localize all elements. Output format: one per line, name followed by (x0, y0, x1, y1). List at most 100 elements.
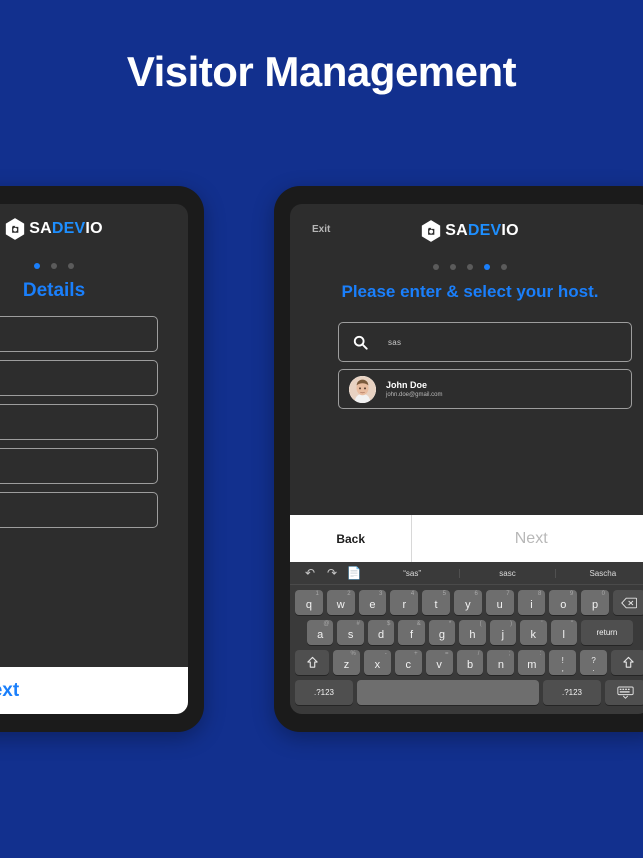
step-dot[interactable] (501, 264, 507, 270)
numeric-key-left[interactable]: .?123 (295, 680, 353, 705)
suggestion-chip[interactable]: “sas” (365, 569, 459, 578)
hide-keyboard-icon (616, 686, 634, 699)
form-field[interactable] (0, 360, 158, 396)
key-r[interactable]: 4r (390, 590, 419, 615)
key-alt: * (448, 621, 452, 627)
back-button[interactable]: Back (290, 515, 413, 562)
page-root: Visitor Management SADEVIO Details xt Ex… (0, 0, 643, 858)
hide-keyboard-key[interactable] (605, 680, 643, 705)
key-label: o (560, 598, 567, 611)
redo-icon[interactable]: ↷ (321, 566, 343, 580)
key-label: k (530, 628, 537, 641)
suggestion-chip[interactable]: Sascha (554, 568, 643, 578)
backspace-key[interactable] (612, 590, 643, 615)
return-key[interactable]: return (580, 620, 633, 645)
undo-icon[interactable]: ↶ (299, 566, 321, 580)
key-exclaim-comma[interactable]: !, (549, 650, 577, 675)
step-dot[interactable] (467, 264, 473, 270)
key-alt: 2 (347, 591, 351, 597)
paste-icon[interactable]: 📄 (343, 566, 365, 580)
key-label: f (410, 628, 414, 641)
key-label: z (343, 658, 350, 671)
numeric-key-right[interactable]: .?123 (543, 680, 601, 705)
key-label: c (405, 658, 411, 671)
key-label: y (465, 598, 471, 611)
key-label: i (530, 598, 533, 611)
key-b[interactable]: / b (456, 650, 484, 675)
key-e[interactable]: 3e (358, 590, 387, 615)
key-q[interactable]: 1q (295, 590, 323, 615)
key-i[interactable]: 8i (517, 590, 546, 615)
key-alt: " (570, 621, 573, 627)
key-w[interactable]: 2w (326, 590, 355, 615)
key-p[interactable]: 0p (581, 590, 609, 615)
form-field[interactable] (0, 404, 158, 440)
key-x[interactable]: -x (363, 650, 391, 675)
right-step-dots (290, 264, 643, 270)
key-l[interactable]: " l (550, 620, 577, 645)
search-input[interactable]: sas (338, 322, 632, 362)
key-alt: + (414, 651, 418, 657)
host-result-row[interactable]: John Doe john.doe@gmail.com (338, 369, 632, 409)
key-n[interactable]: ; n (487, 650, 515, 675)
key-d[interactable]: $ d (367, 620, 395, 645)
key-alt: = (445, 651, 449, 657)
key-o[interactable]: 9o (549, 590, 578, 615)
step-dot[interactable] (450, 264, 456, 270)
left-logo: SADEVIO (0, 218, 188, 240)
next-button[interactable]: Next (412, 515, 643, 562)
key-m[interactable]: :m (518, 650, 546, 675)
logo-sa: SA (445, 222, 468, 239)
key-z[interactable]: % z (333, 650, 360, 675)
logo-io: IO (85, 220, 103, 237)
key-alt: 0 (601, 591, 605, 597)
key-h[interactable]: (h (459, 620, 486, 645)
key-label: w (336, 598, 345, 611)
shift-key-right[interactable] (611, 650, 643, 675)
onscreen-keyboard: ↶ ↷ 📄 “sas” sasc Sascha 1q 2w 3e 4r 5t 6… (290, 562, 643, 714)
left-next-button[interactable]: Next (0, 680, 19, 702)
host-search-area: sas John Doe john.doe@gmail.com (338, 322, 632, 409)
key-alt: 3 (379, 591, 383, 597)
key-question-period[interactable]: ?. (580, 650, 608, 675)
step-dot[interactable] (484, 264, 490, 270)
step-dot[interactable] (433, 264, 439, 270)
key-c[interactable]: + c (394, 650, 422, 675)
key-a[interactable]: @ a (307, 620, 334, 645)
key-alt: ) (510, 621, 513, 627)
key-alt: & (416, 621, 421, 627)
form-field[interactable] (0, 492, 158, 528)
host-result-text: John Doe john.doe@gmail.com (386, 379, 442, 400)
form-field[interactable] (0, 316, 158, 352)
key-g[interactable]: * g (428, 620, 456, 645)
shift-key-left[interactable] (295, 650, 329, 675)
key-y[interactable]: 6y (453, 590, 482, 615)
key-label: l (562, 628, 565, 641)
left-step-dots (0, 263, 188, 269)
form-field[interactable] (0, 448, 158, 484)
key-k[interactable]: ' k (520, 620, 547, 645)
space-key[interactable] (357, 680, 539, 705)
key-s[interactable]: # s (337, 620, 364, 645)
avatar (349, 375, 376, 403)
key-label: r (402, 598, 407, 611)
step-dot[interactable] (68, 263, 74, 269)
key-label: h (469, 628, 476, 641)
key-v[interactable]: = v (425, 650, 453, 675)
key-label: , (561, 663, 564, 673)
key-alt: ' (541, 621, 543, 627)
keyboard-row-1: 1q 2w 3e 4r 5t 6y 7u 8i 9o 0p (295, 590, 643, 615)
key-f[interactable]: & f (398, 620, 425, 645)
key-t[interactable]: 5t (422, 590, 450, 615)
key-alt: / (477, 651, 480, 657)
key-j[interactable]: ) j (489, 620, 517, 645)
key-alt: @ (323, 621, 330, 627)
key-alt: 5 (442, 591, 446, 597)
key-label: e (369, 598, 376, 611)
keyboard-rows: 1q 2w 3e 4r 5t 6y 7u 8i 9o 0p @ a # s $ … (290, 585, 643, 711)
key-u[interactable]: 7u (485, 590, 514, 615)
step-dot[interactable] (34, 263, 40, 269)
search-input-value: sas (388, 337, 402, 347)
suggestion-chip[interactable]: sasc (459, 568, 554, 578)
step-dot[interactable] (51, 263, 57, 269)
